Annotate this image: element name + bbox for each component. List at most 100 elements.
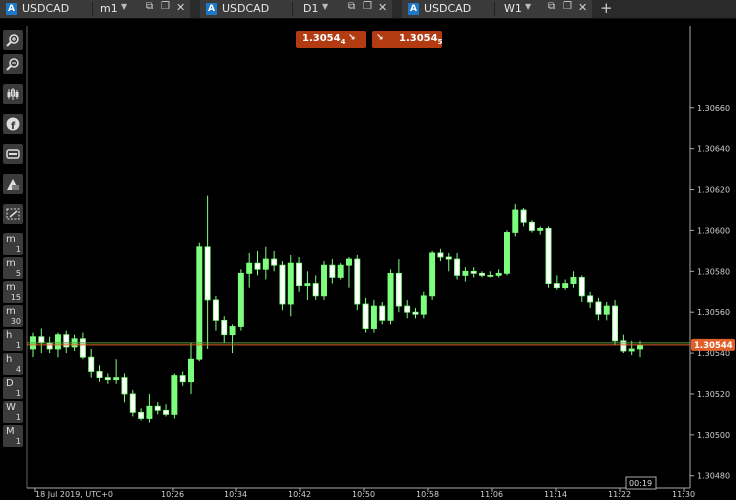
- candle-body: [171, 375, 178, 415]
- candle: [271, 250, 278, 272]
- candle: [528, 220, 535, 233]
- candle-body: [38, 336, 45, 344]
- candle-body: [570, 277, 577, 284]
- candle-body: [545, 227, 552, 284]
- y-tick-label: 1.30500: [697, 431, 730, 440]
- candle-body: [54, 334, 61, 350]
- candle: [354, 254, 361, 311]
- y-tick-label: 1.30640: [697, 145, 730, 154]
- candle-body: [321, 264, 328, 297]
- x-tick-label: 10:42: [288, 490, 311, 499]
- candle-body: [46, 342, 53, 350]
- candle-body: [628, 348, 635, 352]
- candle: [204, 195, 211, 349]
- candle-body: [562, 283, 569, 289]
- x-tick-label: 11:14: [544, 490, 567, 499]
- candle: [570, 271, 577, 288]
- candle-body: [88, 356, 95, 372]
- x-tick-label: 11:06: [480, 490, 503, 499]
- candle: [163, 404, 170, 417]
- candle: [212, 295, 219, 331]
- candle: [379, 301, 386, 325]
- candle-body: [470, 270, 477, 274]
- candle: [595, 297, 602, 321]
- candle-body: [188, 358, 194, 383]
- candle: [113, 359, 120, 384]
- candle-body: [337, 264, 344, 278]
- candle: [63, 330, 70, 354]
- candle-body: [370, 305, 377, 329]
- candle-body: [296, 262, 303, 287]
- candle-body: [271, 258, 278, 266]
- candle-body: [412, 311, 419, 315]
- candle: [121, 373, 128, 403]
- candle-body: [528, 221, 535, 231]
- candle: [254, 250, 261, 276]
- candle-body: [420, 295, 427, 315]
- candle-body: [520, 209, 527, 223]
- bid-price-box[interactable]: 1.30544 ↘: [296, 31, 366, 48]
- candle: [246, 252, 253, 288]
- candle-body: [354, 258, 361, 305]
- candle: [287, 254, 294, 317]
- candle: [412, 308, 419, 319]
- candle-body: [512, 209, 519, 233]
- candle: [312, 275, 319, 300]
- candle: [96, 365, 103, 382]
- candle-body: [237, 272, 244, 327]
- candle-body: [445, 256, 452, 260]
- candle-body: [578, 277, 585, 297]
- candle: [429, 250, 436, 300]
- candle-body: [362, 303, 369, 329]
- candle: [578, 275, 585, 302]
- candle-body: [553, 283, 560, 289]
- x-tick-label: 10:26: [161, 490, 184, 499]
- candle: [537, 226, 544, 235]
- candles-layer: [30, 195, 643, 423]
- candle-body: [329, 264, 336, 278]
- candle: [454, 252, 461, 280]
- candle: [196, 242, 203, 362]
- candle-body: [221, 319, 228, 336]
- price-chart[interactable]: 1.30660 1.30640 1.30620 1.30600 1.30580 1.305…: [0, 0, 736, 500]
- candle-body: [537, 227, 544, 231]
- bid-price: 1.30544: [302, 33, 346, 46]
- candle-body: [138, 411, 145, 419]
- candle-body: [387, 272, 394, 321]
- candle-body: [104, 377, 111, 381]
- candle-body: [121, 377, 128, 395]
- candle-body: [212, 299, 219, 321]
- candle-body: [479, 272, 485, 276]
- candle-body: [503, 232, 510, 274]
- candle: [262, 246, 269, 280]
- candle-body: [79, 338, 86, 358]
- candle: [154, 402, 161, 415]
- candle-body: [204, 246, 211, 301]
- candle-body: [287, 262, 294, 305]
- y-tick-label: 1.30480: [697, 472, 730, 481]
- candle: [104, 373, 111, 384]
- candle: [370, 299, 377, 333]
- candle: [620, 334, 627, 354]
- candle: [138, 408, 145, 421]
- candle: [88, 348, 95, 378]
- candle: [221, 316, 228, 343]
- candle: [38, 328, 45, 354]
- candle: [188, 342, 194, 394]
- current-price-label: 1.30544: [694, 341, 733, 351]
- candle-body: [487, 274, 494, 277]
- candle: [395, 259, 402, 313]
- candle: [462, 267, 469, 282]
- candle-body: [163, 409, 170, 415]
- ask-price-box[interactable]: ↘ 1.30545: [372, 31, 442, 48]
- candle: [545, 226, 552, 288]
- arrow-down-right-icon: ↘: [348, 33, 356, 43]
- candle: [470, 267, 477, 278]
- candle: [329, 259, 336, 284]
- candle-body: [129, 393, 136, 413]
- candle: [587, 291, 594, 309]
- candle: [553, 275, 560, 290]
- candle: [146, 393, 153, 423]
- candle-body: [462, 270, 469, 276]
- candle-body: [146, 405, 153, 419]
